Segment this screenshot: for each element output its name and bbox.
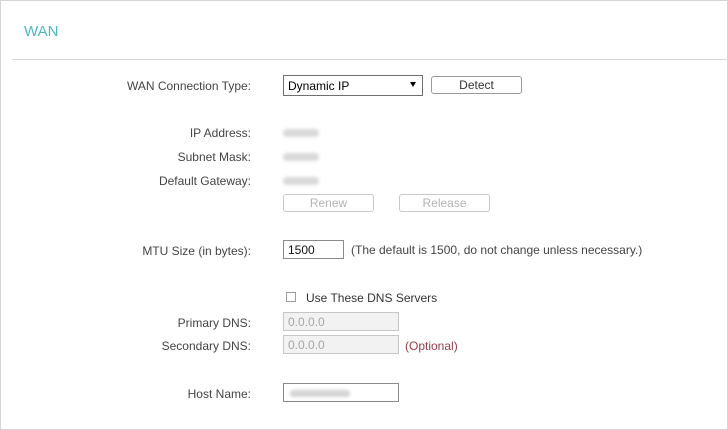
secondary-dns-label: Secondary DNS: <box>161 339 251 353</box>
subnet-mask-value <box>283 153 319 161</box>
chevron-down-icon <box>410 82 416 87</box>
wan-connection-type-select[interactable]: Dynamic IP <box>283 75 423 96</box>
use-dns-servers-label: Use These DNS Servers <box>306 291 438 305</box>
ip-address-value <box>283 129 319 137</box>
secondary-dns-optional-note: (Optional) <box>405 339 458 353</box>
renew-button[interactable]: Renew <box>283 194 374 212</box>
mtu-size-input[interactable]: 1500 <box>283 240 344 259</box>
wan-panel: WAN WAN Connection Type: Dynamic IP Dete… <box>0 0 728 430</box>
default-gateway-value <box>283 177 319 185</box>
default-gateway-label: Default Gateway: <box>158 174 251 188</box>
primary-dns-input[interactable]: 0.0.0.0 <box>283 312 399 331</box>
secondary-dns-input[interactable]: 0.0.0.0 <box>283 335 399 354</box>
release-button[interactable]: Release <box>399 194 490 212</box>
host-name-input[interactable] <box>283 383 399 402</box>
page-title: WAN <box>24 23 59 40</box>
mtu-size-label: MTU Size (in bytes): <box>142 244 251 258</box>
ip-address-label: IP Address: <box>189 126 251 140</box>
use-dns-servers-checkbox[interactable] <box>286 292 296 302</box>
host-name-label: Host Name: <box>187 387 251 401</box>
mtu-hint: (The default is 1500, do not change unle… <box>351 243 643 257</box>
subnet-mask-label: Subnet Mask: <box>177 150 251 164</box>
host-name-value <box>290 390 350 397</box>
detect-button[interactable]: Detect <box>431 76 522 94</box>
title-divider <box>12 59 728 60</box>
primary-dns-label: Primary DNS: <box>177 316 251 330</box>
wan-connection-type-label: WAN Connection Type: <box>126 79 251 93</box>
wan-connection-type-value: Dynamic IP <box>288 79 350 93</box>
